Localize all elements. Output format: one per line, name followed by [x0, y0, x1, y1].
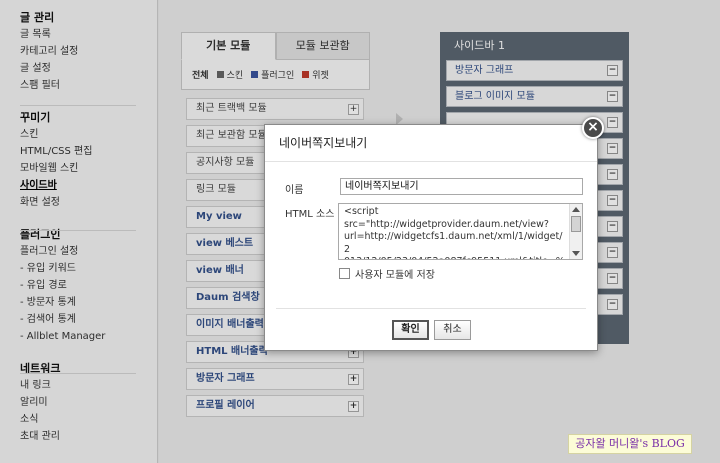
- html-source-label: HTML 소스: [285, 209, 335, 220]
- dialog-divider: [276, 308, 586, 309]
- save-to-user-module-checkbox[interactable]: [339, 268, 350, 279]
- blog-watermark: 공자왈 머니왈's BLOG: [568, 434, 692, 454]
- dialog-title: 네이버쪽지보내기: [265, 125, 597, 162]
- html-source-textarea[interactable]: <script src="http://widgetprovider.daum.…: [338, 203, 583, 260]
- save-to-user-module-label: 사용자 모듈에 저장: [355, 270, 435, 281]
- close-icon[interactable]: ×: [582, 117, 604, 139]
- scroll-up-icon[interactable]: [572, 207, 580, 212]
- cancel-button[interactable]: 취소: [434, 320, 471, 340]
- ok-button[interactable]: 확인: [392, 320, 429, 340]
- scroll-thumb[interactable]: [571, 216, 581, 232]
- scroll-down-icon[interactable]: [572, 251, 580, 256]
- textarea-scrollbar[interactable]: [569, 204, 582, 259]
- name-label: 이름: [285, 185, 304, 196]
- name-field[interactable]: 네이버쪽지보내기: [340, 178, 583, 195]
